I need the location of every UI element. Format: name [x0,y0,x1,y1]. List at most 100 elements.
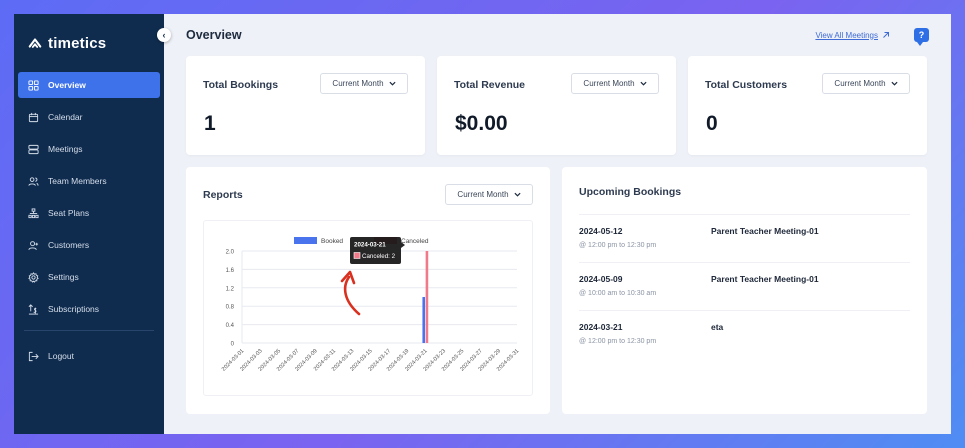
legend-label: Booked [321,238,343,245]
page-title: Overview [186,28,242,42]
booking-date: 2024-05-12 [579,226,623,236]
team-icon [28,176,39,186]
calendar-icon [28,112,39,122]
sidebar-item-label: Subscriptions [48,304,100,314]
sidebar-item-overview[interactable]: Overview [18,72,160,98]
grid-icon [28,79,39,91]
sidebar-item-settings[interactable]: Settings [18,264,160,290]
sidebar-item-label: Overview [48,80,86,90]
help-button[interactable]: ? [914,28,929,46]
booking-time: @ 12:00 pm to 12:30 pm [579,338,657,345]
chart-tooltip: 2024-03-21 Canceled: 2 [350,237,405,264]
meetings-icon [28,144,39,154]
upcoming-list: 2024-05-12 @ 12:00 pm to 12:30 pm Parent… [579,214,910,359]
bar [422,297,426,343]
app-frame: timetics ‹ Overview Calendar Meetings Te… [14,14,951,434]
reports-period-dropdown[interactable]: Current Month [445,184,533,205]
reports-chart-container: 0 0.4 0.8 1.2 1.6 2.0 2024-03-01 2024-03-03 2024… [203,220,533,396]
topbar: Overview View All Meetings ? [186,14,929,56]
sidebar-item-subscriptions[interactable]: Subscriptions [18,296,160,322]
tooltip-date: 2024-03-21 [354,242,386,249]
logout-button[interactable]: Logout [18,343,160,369]
chevron-down-icon [891,81,898,86]
sidebar: timetics ‹ Overview Calendar Meetings Te… [14,14,171,434]
stat-card-value: $0.00 [455,112,508,135]
tooltip-swatch [353,252,361,259]
view-all-meetings-link[interactable]: View All Meetings [815,31,890,40]
sidebar-item-meetings[interactable]: Meetings [18,136,160,162]
reports-panel: Reports Current Month 0 0.4 0.8 1.2 1.6 2.0 20… [186,167,550,414]
upcoming-title: Upcoming Bookings [579,186,682,198]
sidebar-collapse-button[interactable]: ‹ [157,28,171,42]
chevron-down-icon [389,81,396,86]
sidebar-item-customers[interactable]: Customers [18,232,160,258]
stat-card-value: 0 [706,112,718,135]
logo-icon [28,38,42,48]
list-item[interactable]: 2024-05-09 @ 10:00 am to 10:30 am Parent… [579,263,910,311]
period-dropdown-value: Current Month [583,79,635,88]
legend-swatch [294,237,317,244]
sidebar-item-label: Meetings [48,144,83,154]
chevron-down-icon [640,81,647,86]
sidebar-divider [24,330,154,331]
bar [425,251,429,343]
booking-when: 2024-05-12 @ 12:00 pm to 12:30 pm [579,226,711,262]
y-tick-label: 0.4 [226,323,235,329]
reports-chart[interactable]: 00.40.81.21.62.02024-03-012024-03-032024… [204,221,534,397]
sidebar-item-label: Seat Plans [48,208,90,218]
y-tick-label: 0.8 [226,305,235,311]
period-dropdown-value: Current Month [834,79,886,88]
y-tick-label: 2.0 [226,250,235,256]
tooltip-label: Canceled: 2 [362,253,396,260]
sidebar-item-team-members[interactable]: Team Members [18,168,160,194]
sidebar-item-label: Calendar [48,112,83,122]
customers-icon [28,240,39,250]
booking-meeting-name: eta [711,322,724,332]
stat-card-value: 1 [204,112,216,135]
main-content: Overview View All Meetings ? Total Booki… [164,14,951,434]
logout-icon [28,351,39,361]
sidebar-item-calendar[interactable]: Calendar [18,104,160,130]
sidebar-footer: Logout [14,343,164,369]
subscriptions-icon [28,303,39,315]
booking-meeting-name: Parent Teacher Meeting-01 [711,226,819,236]
period-dropdown[interactable]: Current Month [571,73,659,94]
sidebar-item-label: Team Members [48,176,107,186]
chevron-down-icon [514,192,521,197]
booking-time: @ 12:00 pm to 12:30 pm [579,242,657,249]
list-item[interactable]: 2024-05-12 @ 12:00 pm to 12:30 pm Parent… [579,215,910,263]
legend-label: Canceled [401,238,429,245]
annotation-arrow [343,275,361,316]
sidebar-item-label: Settings [48,272,79,282]
stat-cards: Total Bookings Current Month 1 Total Rev… [186,56,929,155]
y-tick-label: 0 [231,342,235,348]
panels-row: Reports Current Month 0 0.4 0.8 1.2 1.6 2.0 20… [186,167,929,414]
logout-label: Logout [48,351,74,361]
booking-date: 2024-03-21 [579,322,623,332]
booking-when: 2024-03-21 @ 12:00 pm to 12:30 pm [579,322,711,359]
gear-icon [28,271,39,283]
period-dropdown-value: Current Month [332,79,384,88]
booking-meeting-name: Parent Teacher Meeting-01 [711,274,819,284]
sidebar-item-label: Customers [48,240,90,250]
booking-when: 2024-05-09 @ 10:00 am to 10:30 am [579,274,711,310]
sidebar-item-seat-plans[interactable]: Seat Plans [18,200,160,226]
arrow-up-right-icon [883,32,889,38]
y-tick-label: 1.2 [226,286,235,292]
booking-time: @ 10:00 am to 10:30 am [579,290,657,297]
list-item[interactable]: 2024-03-21 @ 12:00 pm to 12:30 pm eta [579,311,910,359]
booking-date: 2024-05-09 [579,274,623,284]
period-dropdown[interactable]: Current Month [320,73,408,94]
stat-card-total-revenue: Total Revenue Current Month $0.00 [437,56,676,155]
sidebar-nav: Overview Calendar Meetings Team Members … [14,72,164,322]
app-name: timetics [48,34,107,52]
stat-card-total-customers: Total Customers Current Month 0 [688,56,927,155]
stat-card-total-bookings: Total Bookings Current Month 1 [186,56,425,155]
period-dropdown-value: Current Month [457,190,509,199]
logo[interactable]: timetics [14,14,164,58]
upcoming-bookings-panel: Upcoming Bookings 2024-05-12 @ 12:00 pm … [562,167,927,414]
period-dropdown[interactable]: Current Month [822,73,910,94]
y-tick-label: 1.6 [226,268,235,274]
seat-plan-icon [28,207,39,218]
view-all-label: View All Meetings [815,30,878,40]
